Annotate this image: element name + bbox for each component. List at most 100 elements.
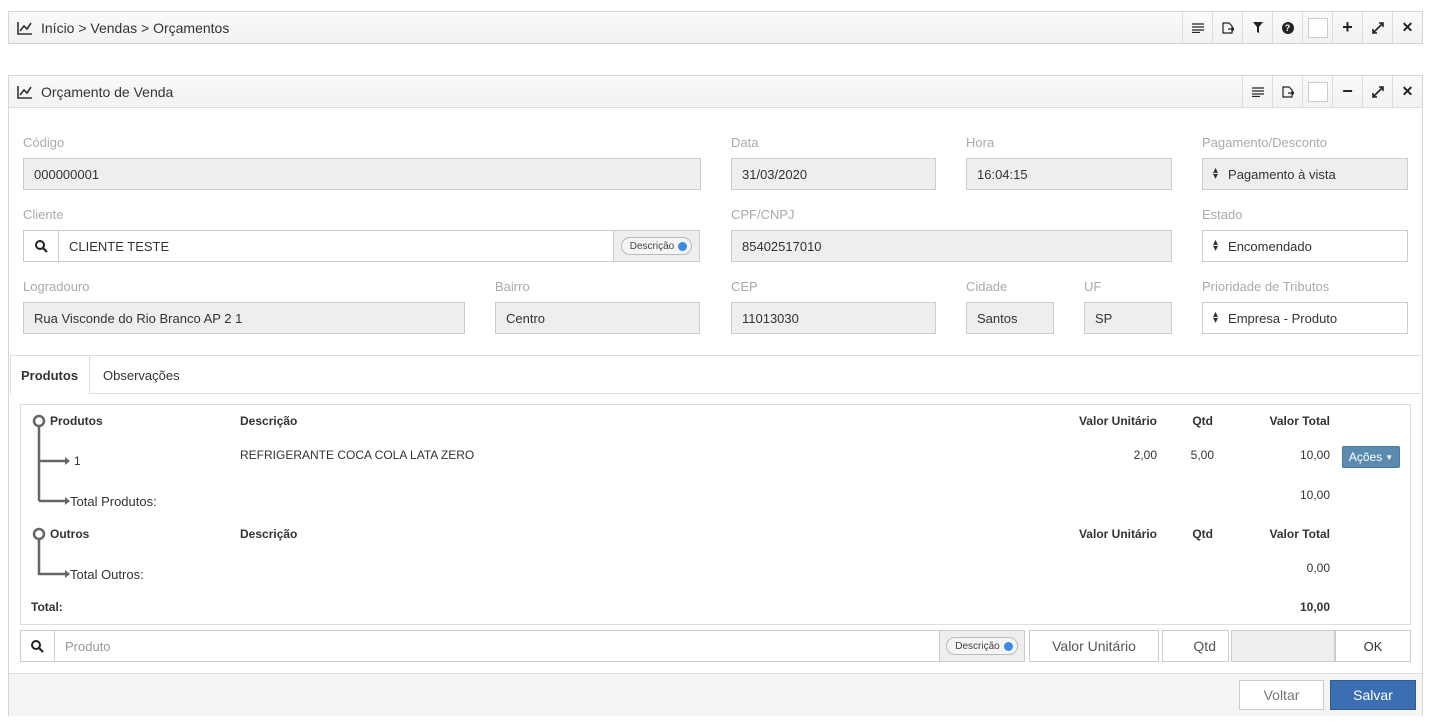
grid-group-outros: Outros: [50, 527, 90, 541]
cep-label: CEP: [731, 279, 758, 294]
data-field[interactable]: 31/03/2020: [731, 158, 936, 190]
updown-icon: ▴ ▾: [1213, 237, 1219, 254]
estado-select[interactable]: ▴ ▾ Encomendado: [1202, 230, 1408, 262]
toggle-label: Descrição: [629, 240, 675, 252]
grid-header-valor-unitario-outros: Valor Unitário: [1078, 527, 1157, 541]
pagamento-select[interactable]: ▴ ▾ Pagamento à vista: [1202, 158, 1408, 190]
voltar-button[interactable]: Voltar: [1239, 680, 1324, 710]
grid-header-descricao: Descrição: [240, 414, 298, 428]
cep-field[interactable]: 11013030: [731, 302, 936, 334]
toggle-dot: [678, 241, 688, 251]
table-row-item: 1: [74, 454, 81, 468]
table-row-qtd: 5,00: [1190, 448, 1214, 462]
toggle-label: Descrição: [955, 640, 1000, 652]
chart-line-icon: [17, 21, 32, 35]
ok-label: OK: [1363, 638, 1383, 654]
list-settings-icon[interactable]: [1182, 12, 1212, 43]
bairro-label: Bairro: [495, 279, 530, 294]
data-label: Data: [731, 135, 759, 150]
cpf-label: CPF/CNPJ: [731, 207, 795, 222]
blank-toggle[interactable]: [1302, 76, 1332, 107]
estado-label: Estado: [1202, 207, 1243, 222]
filter-icon[interactable]: [1242, 12, 1272, 43]
products-grid: [20, 404, 1411, 625]
qtd-input[interactable]: Qtd: [1162, 630, 1229, 662]
close-icon[interactable]: ✕: [1392, 12, 1422, 43]
valor-unitario-input[interactable]: Valor Unitário: [1029, 630, 1159, 662]
grid-header-valor-total-outros: Valor Total: [1269, 527, 1330, 541]
updown-icon: ▴ ▾: [1213, 165, 1219, 182]
grand-total-label: Total:: [31, 600, 63, 614]
logradouro-field[interactable]: Rua Visconde do Rio Branco AP 2 1: [23, 302, 465, 334]
cliente-search-button[interactable]: [23, 230, 59, 262]
total-outros-value: 0,00: [1306, 561, 1330, 575]
grid-header-qtd: Qtd: [1192, 414, 1213, 428]
acoes-label: Ações: [1348, 450, 1383, 464]
codigo-field[interactable]: 000000001: [23, 158, 701, 190]
acoes-dropdown-button[interactable]: Ações ▼: [1342, 446, 1400, 468]
table-row-valor-total: 10,00: [1299, 448, 1330, 462]
produto-search-button[interactable]: [20, 630, 55, 662]
produto-input[interactable]: Produto: [54, 630, 941, 662]
uf-label: UF: [1084, 279, 1102, 294]
logradouro-label: Logradouro: [23, 279, 90, 294]
cliente-label: Cliente: [23, 207, 64, 222]
cliente-descricao-toggle[interactable]: Descrição: [613, 230, 700, 262]
table-row-descricao: REFRIGERANTE COCA COLA LATA ZERO: [240, 448, 475, 462]
export-file-icon[interactable]: [1272, 76, 1302, 107]
cidade-field[interactable]: Santos: [966, 302, 1054, 334]
breadcrumb-text: Início > Vendas > Orçamentos: [41, 19, 230, 36]
chart-line-icon: [17, 85, 32, 99]
grid-header-qtd-outros: Qtd: [1192, 527, 1213, 541]
grid-group-produtos: Produtos: [50, 414, 103, 428]
tab-produtos[interactable]: Produtos: [10, 355, 90, 395]
form-title-text: Orçamento de Venda: [41, 83, 174, 100]
total-produtos-label: Total Produtos:: [70, 494, 157, 509]
breadcrumb-toolbar: ? + ✕: [1182, 12, 1422, 43]
expand-icon[interactable]: [1362, 12, 1392, 43]
salvar-button[interactable]: Salvar: [1330, 680, 1416, 710]
minimize-icon[interactable]: −: [1332, 76, 1362, 107]
ok-button[interactable]: OK: [1335, 630, 1411, 662]
form-toolbar: − ✕: [1242, 76, 1422, 107]
produto-placeholder: Produto: [65, 638, 111, 654]
close-icon[interactable]: ✕: [1392, 76, 1422, 107]
help-icon[interactable]: ?: [1272, 12, 1302, 43]
export-file-icon[interactable]: [1212, 12, 1242, 43]
total-readonly-field: [1231, 630, 1335, 662]
prioridade-label: Prioridade de Tributos: [1202, 279, 1330, 294]
expand-icon[interactable]: [1362, 76, 1392, 107]
estado-value: Encomendado: [1228, 238, 1312, 254]
search-icon: [31, 639, 44, 653]
table-row-valor-unitario: 2,00: [1133, 448, 1157, 462]
tab-observacoes[interactable]: Observações: [93, 355, 190, 395]
breadcrumb: Início > Vendas > Orçamentos: [9, 20, 229, 36]
total-produtos-value: 10,00: [1299, 488, 1330, 502]
breadcrumb-header: Início > Vendas > Orçamentos ? + ✕: [9, 12, 1422, 43]
toggle-dot: [1003, 641, 1013, 651]
grid-header-valor-unitario: Valor Unitário: [1078, 414, 1157, 428]
bairro-field[interactable]: Centro: [495, 302, 700, 334]
list-settings-icon[interactable]: [1242, 76, 1272, 107]
updown-icon: ▴ ▾: [1213, 309, 1219, 326]
valor-unitario-placeholder: Valor Unitário: [1052, 638, 1136, 654]
prioridade-value: Empresa - Produto: [1228, 310, 1338, 326]
produto-descricao-toggle[interactable]: Descrição: [939, 630, 1025, 662]
tab-bar: Produtos Observações: [10, 355, 1421, 395]
cliente-input[interactable]: CLIENTE TESTE: [58, 230, 615, 262]
grid-header-valor-total: Valor Total: [1269, 414, 1330, 428]
cpf-field[interactable]: 85402517010: [731, 230, 1172, 262]
prioridade-select[interactable]: ▴ ▾ Empresa - Produto: [1202, 302, 1408, 334]
form-header: Orçamento de Venda − ✕: [9, 76, 1422, 108]
pagamento-value: Pagamento à vista: [1228, 166, 1336, 182]
blank-toggle[interactable]: [1302, 12, 1332, 43]
pagamento-label: Pagamento/Desconto: [1202, 135, 1328, 150]
qtd-placeholder: Qtd: [1193, 638, 1216, 654]
grand-total-value: 10,00: [1299, 600, 1330, 614]
hora-label: Hora: [966, 135, 995, 150]
uf-field[interactable]: SP: [1084, 302, 1172, 334]
add-icon[interactable]: +: [1332, 12, 1362, 43]
form-title: Orçamento de Venda: [9, 84, 173, 100]
breadcrumb-panel: Início > Vendas > Orçamentos ? + ✕: [8, 11, 1423, 44]
hora-field[interactable]: 16:04:15: [966, 158, 1172, 190]
